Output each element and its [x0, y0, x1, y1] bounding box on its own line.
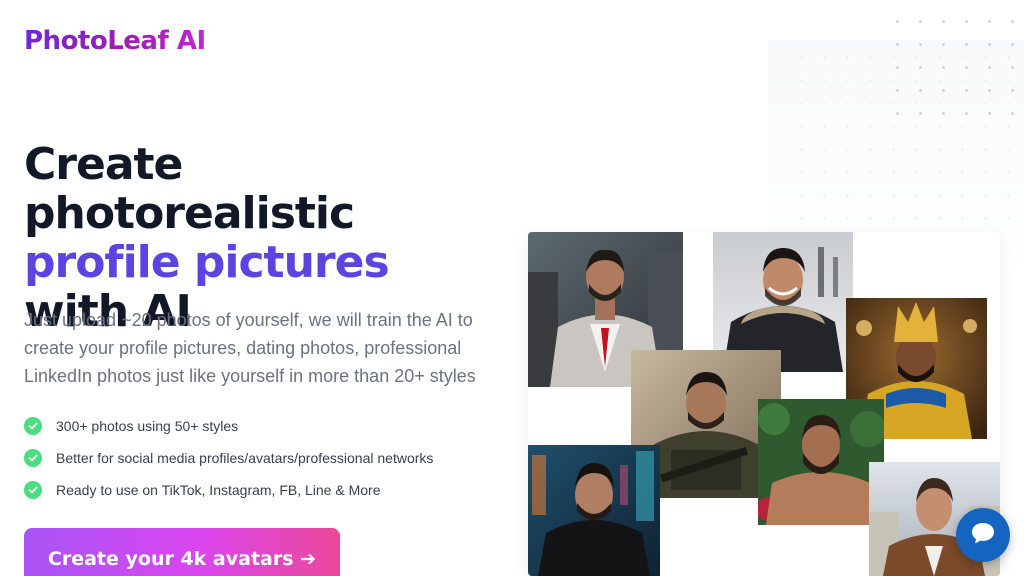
photo-man-in-leather-jacket-city — [528, 445, 660, 576]
hero-description: Just upload ~20 photos of yourself, we w… — [24, 310, 476, 386]
headline-line-1: Create photorealistic — [24, 139, 355, 239]
feature-item: 300+ photos using 50+ styles — [24, 410, 433, 442]
chat-bubble-icon — [970, 521, 996, 550]
create-avatars-button[interactable]: Create your 4k avatars ➔ — [24, 528, 340, 576]
feature-item: Ready to use on TikTok, Instagram, FB, L… — [24, 474, 433, 506]
chat-button[interactable] — [956, 508, 1010, 562]
check-circle-icon — [24, 481, 42, 499]
feature-item: Better for social media profiles/avatars… — [24, 442, 433, 474]
check-circle-icon — [24, 449, 42, 467]
decorative-dots — [880, 0, 1024, 120]
feature-text: Better for social media profiles/avatars… — [56, 450, 434, 466]
brand-logo[interactable]: PhotoLeaf AI — [24, 26, 206, 56]
feature-text: 300+ photos using 50+ styles — [56, 418, 239, 434]
feature-text: Ready to use on TikTok, Instagram, FB, L… — [56, 482, 381, 498]
feature-list: 300+ photos using 50+ styles Better for … — [24, 410, 433, 506]
headline-line-2: profile pictures — [24, 237, 390, 288]
photo-collage — [528, 232, 1000, 576]
photo-man-shirtless-in-forest — [758, 399, 884, 525]
check-circle-icon — [24, 417, 42, 435]
